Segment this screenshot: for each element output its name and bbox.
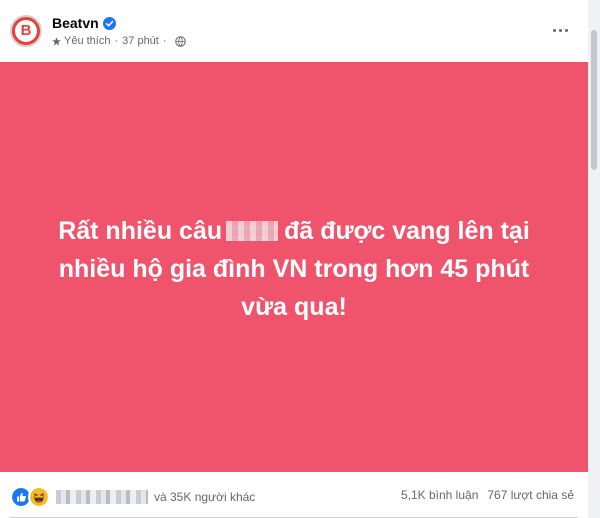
page-avatar[interactable]: B [10, 15, 42, 47]
reactions-summary[interactable]: và 35K người khác [10, 486, 255, 508]
blurred-names [56, 490, 148, 504]
post-text: Rất nhiều câu đã được vang lên tại nhiều … [0, 212, 588, 326]
favorite-label[interactable]: Yêu thích [64, 35, 110, 47]
share-count[interactable]: 767 lượt chia sẻ [487, 488, 574, 502]
star-icon [52, 36, 61, 46]
post-text-line-1: Rất nhiều câu đã được vang lên tại [0, 212, 588, 250]
post-card: B Beatvn Yêu thích · 37 phút · Rất nhiều… [0, 0, 588, 518]
post-text-line-3: vừa qua! [241, 293, 347, 321]
meta-separator-2: · [162, 35, 167, 47]
more-options-button[interactable] [548, 22, 572, 38]
avatar-letter: B [20, 22, 32, 39]
verified-badge-icon [102, 16, 116, 30]
scrollbar-thumb[interactable] [591, 30, 597, 170]
dot-icon [552, 28, 556, 32]
dot-icon [564, 28, 568, 32]
post-meta: Yêu thích · 37 phút · [52, 34, 186, 48]
dot-icon [558, 28, 562, 32]
post-timestamp[interactable]: 37 phút [122, 35, 159, 47]
post-text-part-2: đã được vang lên tại [284, 217, 530, 245]
post-header: B Beatvn Yêu thích · 37 phút · [0, 0, 588, 60]
meta-separator: · [114, 35, 119, 47]
reactions-others-text: và 35K người khác [154, 490, 256, 504]
globe-icon [174, 35, 186, 47]
page-name-row: Beatvn [52, 14, 116, 32]
post-content-background[interactable]: Rất nhiều câu đã được vang lên tại nhiều … [0, 62, 588, 472]
comment-count[interactable]: 5,1K bình luận [401, 488, 478, 502]
post-footer: và 35K người khác 5,1K bình luận 767 lượ… [0, 472, 588, 518]
post-text-part-1: Rất nhiều câu [58, 217, 223, 245]
scrollbar[interactable] [588, 0, 600, 518]
page-name[interactable]: Beatvn [52, 15, 99, 31]
post-text-line-2: nhiều hộ gia đình VN trong hơn 45 phút [58, 255, 530, 283]
haha-reaction-icon [28, 486, 50, 508]
engagement-stats: 5,1K bình luận 767 lượt chia sẻ [401, 488, 574, 502]
blurred-word [226, 221, 279, 241]
